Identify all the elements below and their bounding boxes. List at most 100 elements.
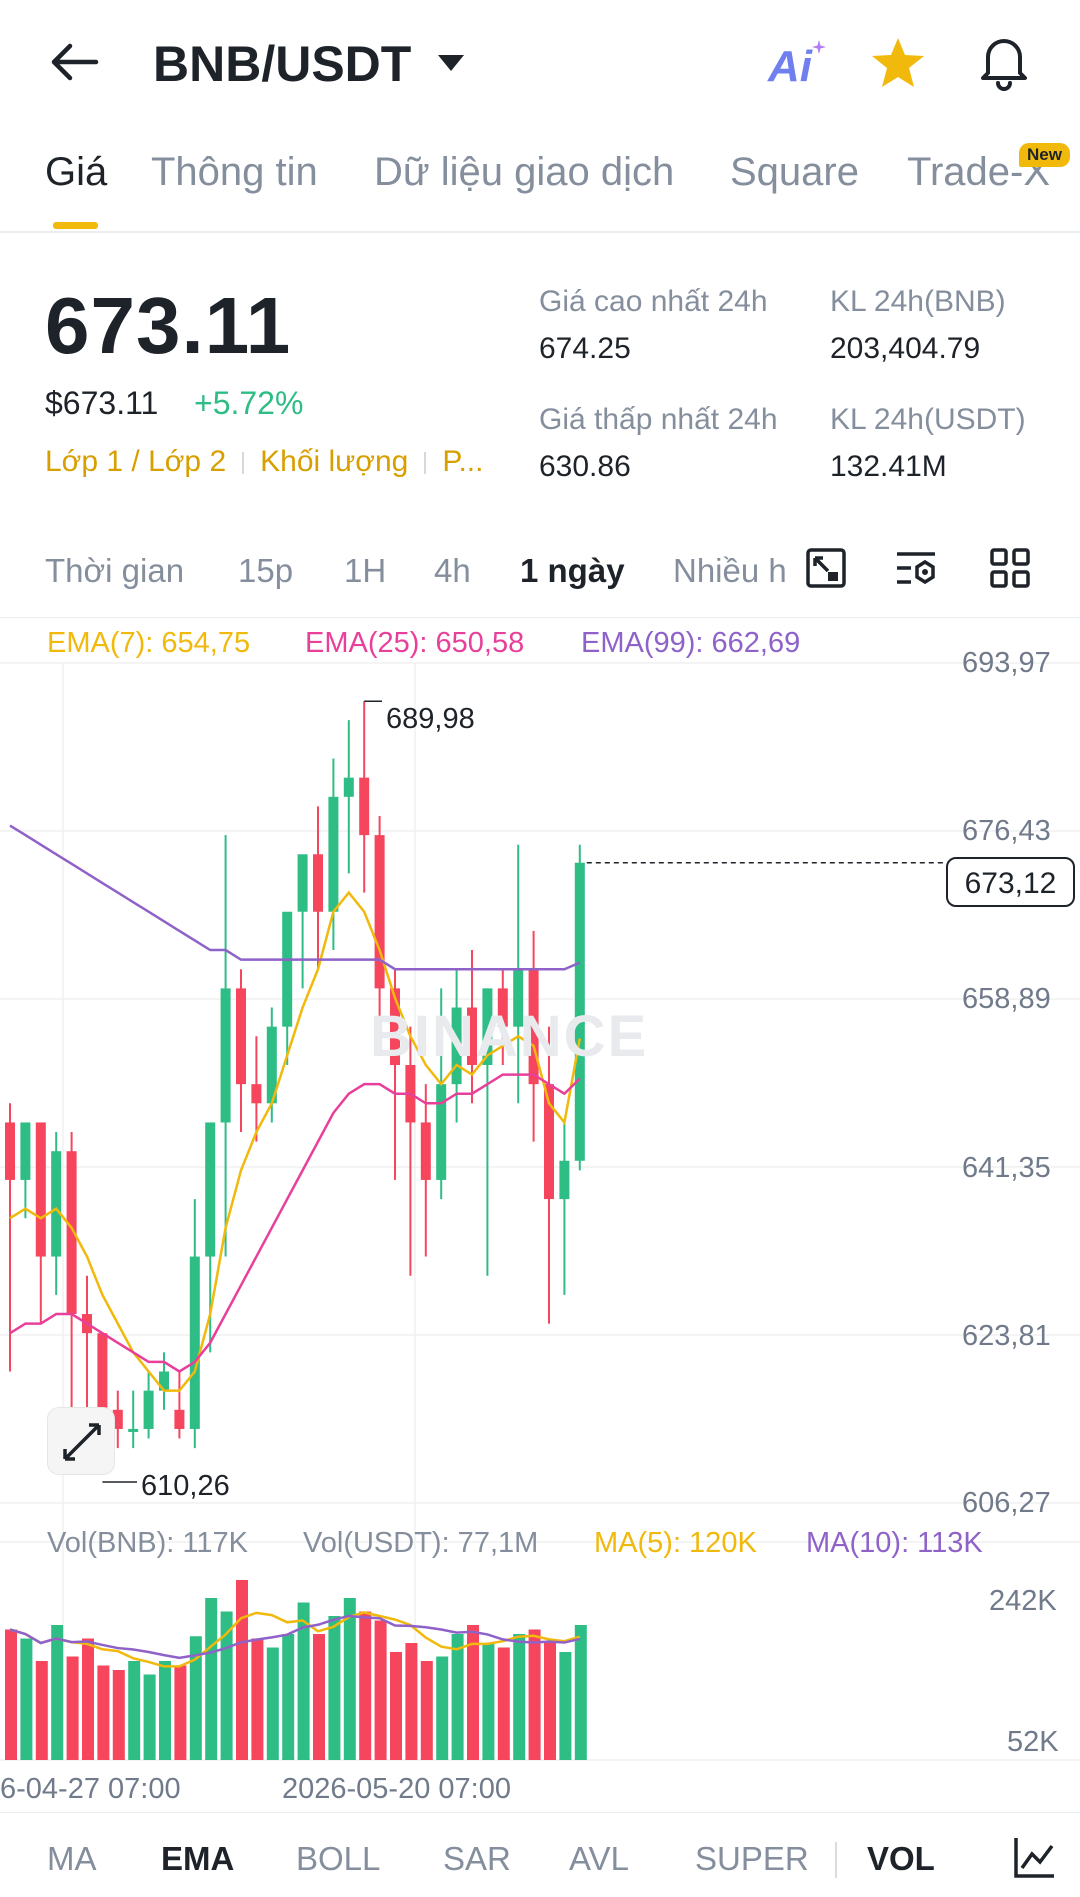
kline-chart[interactable] xyxy=(0,640,1080,1800)
divider xyxy=(0,231,1080,233)
candle-body xyxy=(174,1409,185,1429)
star-icon[interactable] xyxy=(870,36,926,90)
pair-title[interactable]: BNB/USDT xyxy=(153,35,411,93)
ai-icon[interactable]: Ai xyxy=(768,42,812,92)
chart-grid xyxy=(0,662,1080,1761)
watermark: BINANCE xyxy=(370,1004,649,1069)
interval-15m[interactable]: 15p xyxy=(238,552,293,590)
indicator-separator xyxy=(835,1842,837,1878)
expand-icon xyxy=(63,1423,101,1461)
tag-volume[interactable]: Khối lượng xyxy=(260,445,408,478)
indicator-vol[interactable]: VOL xyxy=(867,1840,935,1878)
volume-bar xyxy=(282,1634,295,1760)
bell-icon[interactable] xyxy=(978,33,1030,91)
ema-lines xyxy=(9,700,946,1483)
divider xyxy=(0,617,1080,618)
volume-bars xyxy=(5,1580,587,1760)
volume-bar xyxy=(66,1656,79,1760)
interval-time[interactable]: Thời gian xyxy=(45,552,184,590)
indicator-settings-icon[interactable] xyxy=(895,548,939,588)
interval-4h[interactable]: 4h xyxy=(434,552,471,590)
interval-1d[interactable]: 1 ngày xyxy=(520,552,625,590)
back-arrow-icon[interactable] xyxy=(50,42,100,82)
candle-body xyxy=(189,1256,200,1429)
top-bar: BNB/USDT Ai xyxy=(0,0,1080,130)
grid-layout-icon[interactable] xyxy=(990,548,1030,588)
volume-bar xyxy=(5,1629,17,1760)
volume-bar xyxy=(559,1652,572,1760)
vol-usdt-label: KL 24h(USDT) xyxy=(830,403,1026,436)
volume-bar xyxy=(451,1634,464,1760)
price-axis-label: 641,35 xyxy=(962,1152,1051,1184)
tab-square[interactable]: Square xyxy=(730,150,859,195)
indicator-avl[interactable]: AVL xyxy=(569,1840,629,1878)
candles xyxy=(5,701,585,1458)
volume-bar xyxy=(251,1638,264,1760)
volume-bar xyxy=(513,1634,526,1760)
time-axis-label: 6-04-27 07:00 xyxy=(0,1773,181,1805)
new-badge: New xyxy=(1019,143,1070,167)
usd-price: $673.11 xyxy=(45,385,159,421)
chart-settings-icon[interactable] xyxy=(1012,1836,1056,1880)
price-axis-label: 676,43 xyxy=(962,815,1051,847)
tag-layer[interactable]: Lớp 1 / Lớp 2 xyxy=(45,445,226,478)
vol-usdt-value: 132.41M xyxy=(830,450,947,483)
candle-body xyxy=(236,988,246,1085)
caret-down-icon[interactable] xyxy=(436,53,466,73)
tag-list: Lớp 1 / Lớp 2 Khối lượng P... xyxy=(45,445,483,479)
vol-bnb-value: 203,404.79 xyxy=(830,332,981,365)
volume-bar xyxy=(497,1647,510,1760)
expand-chart-button[interactable] xyxy=(47,1407,115,1475)
ma10-legend: MA(10): 113K xyxy=(806,1527,983,1559)
tab-info[interactable]: Thông tin xyxy=(151,150,318,195)
vol-axis-label: 52K xyxy=(1007,1726,1059,1758)
candle-body xyxy=(297,854,308,912)
volume-bar xyxy=(20,1638,33,1760)
tag-separator xyxy=(242,452,245,475)
tab-trading-data[interactable]: Dữ liệu giao dịch xyxy=(374,150,674,195)
volume-bar xyxy=(128,1661,141,1760)
indicator-super[interactable]: SUPER xyxy=(695,1840,809,1878)
interval-1h[interactable]: 1H xyxy=(344,552,386,590)
volume-bar xyxy=(174,1665,187,1760)
candle-body xyxy=(359,777,370,836)
candle-body xyxy=(97,1333,108,1410)
last-price: 673.11 xyxy=(45,281,292,370)
candle-body xyxy=(220,988,231,1123)
volume-bar xyxy=(266,1647,279,1760)
current-price-label: 673,12 xyxy=(946,857,1075,907)
time-axis-label: 2026-05-20 07:00 xyxy=(282,1773,511,1805)
volume-bar xyxy=(51,1625,64,1760)
high-24h-value: 674.25 xyxy=(539,332,631,365)
candle-body xyxy=(343,777,354,797)
tag-separator xyxy=(424,452,427,475)
volume-bar xyxy=(544,1643,556,1760)
vol-bnb-label: KL 24h(BNB) xyxy=(830,285,1006,318)
price-axis-label: 658,89 xyxy=(962,983,1051,1015)
high-marker-label: 689,98 xyxy=(386,703,475,735)
candle-body xyxy=(251,1084,262,1104)
low-marker-label: 610,26 xyxy=(141,1470,230,1502)
tab-price[interactable]: Giá xyxy=(45,150,107,195)
indicator-ema[interactable]: EMA xyxy=(161,1840,234,1878)
indicator-ma[interactable]: MA xyxy=(47,1840,97,1878)
candle-body xyxy=(20,1122,31,1180)
price-axis-label: 623,81 xyxy=(962,1320,1051,1352)
candle-body xyxy=(328,796,339,912)
high-24h-label: Giá cao nhất 24h xyxy=(539,285,768,318)
volume-bar xyxy=(112,1670,125,1760)
indicator-sar[interactable]: SAR xyxy=(443,1840,511,1878)
interval-more[interactable]: Nhiều h xyxy=(673,552,793,590)
candle-body xyxy=(205,1122,216,1257)
candle-body xyxy=(5,1122,15,1180)
volume-bar xyxy=(313,1634,325,1760)
candle-body xyxy=(559,1160,570,1200)
active-tab-indicator xyxy=(53,222,98,229)
chart-type-icon[interactable] xyxy=(806,548,846,588)
indicator-boll[interactable]: BOLL xyxy=(296,1840,380,1878)
candle-body xyxy=(51,1151,62,1257)
tag-more[interactable]: P... xyxy=(442,445,483,478)
volume-bar xyxy=(359,1611,372,1760)
candle-body xyxy=(128,1428,139,1432)
ema-line xyxy=(9,824,581,971)
